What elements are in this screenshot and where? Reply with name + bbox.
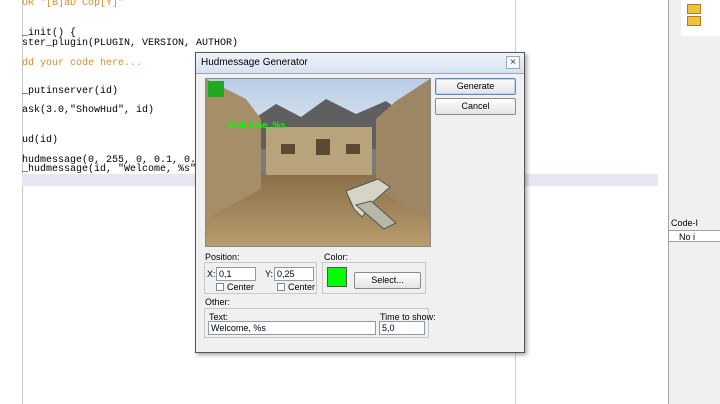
code-line: ask(3.0,"ShowHud", id) — [22, 105, 155, 116]
code-line: _hudmessage(id, "Welcome, %s") — [22, 164, 203, 175]
color-swatch — [327, 267, 347, 287]
x-label: X: — [207, 269, 216, 279]
hud-text-input[interactable]: Welcome, %s — [208, 321, 376, 335]
code-line: ster_plugin(PLUGIN, VERSION, AUTHOR) — [22, 38, 239, 49]
other-label: Other: — [205, 297, 231, 307]
y-center-checkbox[interactable] — [277, 283, 285, 291]
code-inspector-header: No i — [669, 230, 720, 242]
desktop: OR "[B]aD Cop[Y]" _init() { ster_plugin(… — [0, 0, 720, 404]
dialog-title: Hudmessage Generator — [201, 57, 308, 68]
game-scene-preview — [206, 79, 430, 246]
x-center-label: Center — [227, 282, 255, 292]
cancel-button[interactable]: Cancel — [435, 98, 516, 115]
hud-preview: Welcome, %s — [205, 78, 431, 247]
file-tree[interactable] — [681, 0, 720, 36]
code-line: ud(id) — [22, 135, 59, 146]
code-line: dd your code here... — [22, 58, 143, 69]
dialog-title-bar[interactable]: Hudmessage Generator × — [196, 53, 524, 74]
x-center-checkbox[interactable] — [216, 283, 224, 291]
color-label: Color: — [324, 252, 349, 262]
code-line: _putinserver(id) — [22, 86, 119, 97]
y-label: Y: — [265, 269, 274, 279]
x-input[interactable]: 0,1 — [216, 267, 256, 281]
code-inspector-tab[interactable]: Code-I — [671, 218, 698, 228]
position-label: Position: — [205, 252, 240, 262]
hud-preview-text: Welcome, %s — [228, 120, 286, 130]
folder-icon[interactable] — [687, 4, 701, 14]
generate-button[interactable]: Generate — [435, 78, 516, 95]
side-panel: Code-I No i — [668, 0, 720, 404]
time-to-show-input[interactable]: 5,0 — [379, 321, 425, 335]
y-center-label: Center — [288, 282, 316, 292]
select-color-button[interactable]: Select... — [354, 272, 421, 289]
close-button[interactable]: × — [506, 56, 520, 69]
y-input[interactable]: 0,25 — [274, 267, 314, 281]
hudmessage-generator-dialog: Hudmessage Generator × Welcome, %s Gener… — [195, 52, 525, 353]
code-line: OR "[B]aD Cop[Y]" — [22, 0, 125, 9]
folder-icon[interactable] — [687, 16, 701, 26]
